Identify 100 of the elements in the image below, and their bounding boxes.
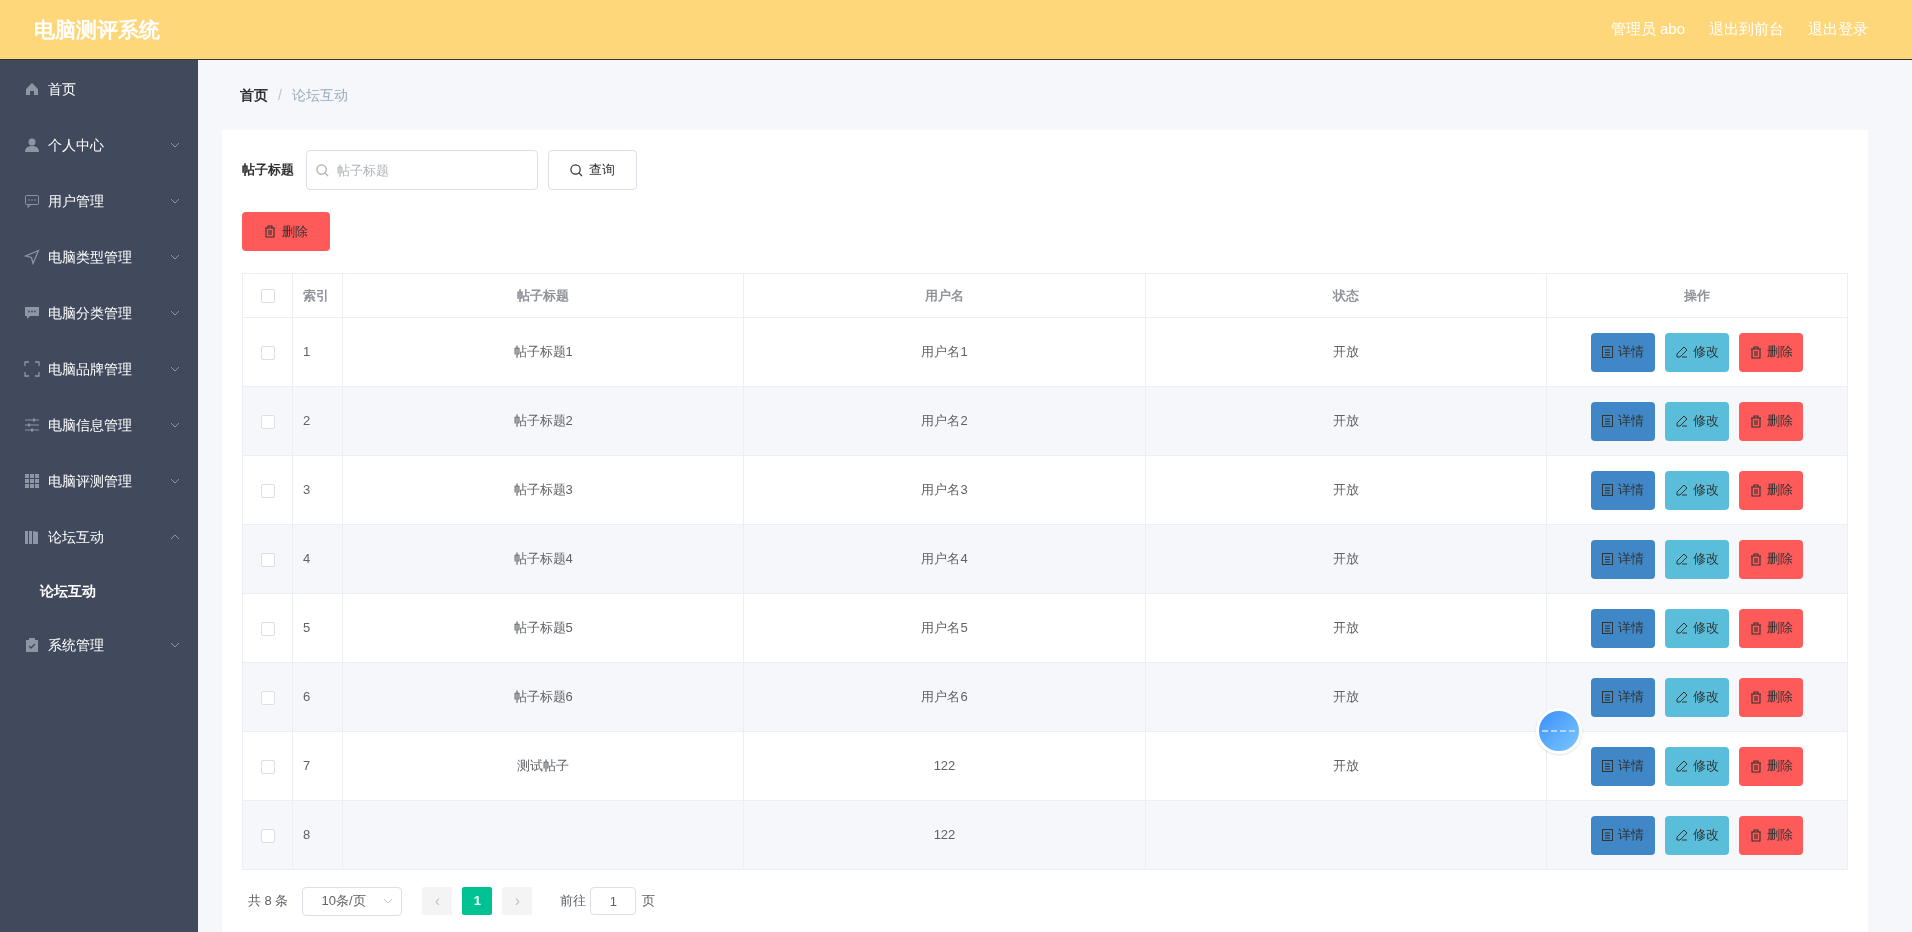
document-icon (1602, 691, 1613, 703)
detail-button[interactable]: 详情 (1591, 677, 1655, 717)
checkbox[interactable] (260, 345, 275, 360)
sidebar-item[interactable]: 首页 (0, 61, 198, 117)
edit-button[interactable]: 修改 (1665, 470, 1729, 510)
document-icon (1602, 484, 1613, 496)
trash-icon (1749, 483, 1762, 497)
detail-button[interactable]: 详情 (1591, 746, 1655, 786)
breadcrumb-separator: / (278, 85, 282, 105)
chat-icon (24, 193, 40, 209)
trash-icon (1749, 552, 1762, 566)
delete-button[interactable]: 删除 (1739, 332, 1803, 372)
table-cell: 6 (303, 689, 311, 705)
checkbox[interactable] (260, 759, 275, 774)
edit-button[interactable]: 修改 (1665, 401, 1729, 441)
checkbox[interactable] (260, 621, 275, 636)
checkbox[interactable] (260, 289, 275, 304)
detail-button[interactable]: 详情 (1591, 332, 1655, 372)
sidebar-item[interactable]: 电脑信息管理 (0, 397, 198, 453)
sidebar-item[interactable]: 论坛互动 (0, 509, 198, 565)
edit-button[interactable]: 修改 (1665, 746, 1729, 786)
pencil-icon (1675, 415, 1688, 427)
table-cell: 用户名6 (921, 689, 968, 705)
chevron-down-icon (383, 898, 394, 904)
detail-button[interactable]: 详情 (1591, 401, 1655, 441)
sidebar-item[interactable]: 电脑类型管理 (0, 229, 198, 285)
pencil-icon (1675, 484, 1688, 496)
delete-button[interactable]: 删除 (1739, 401, 1803, 441)
sidebar-item[interactable]: 电脑分类管理 (0, 285, 198, 341)
pencil-icon (1675, 691, 1688, 703)
delete-button[interactable]: 删除 (242, 212, 330, 251)
delete-button[interactable]: 删除 (1739, 539, 1803, 579)
sidebar-item[interactable]: 个人中心 (0, 117, 198, 173)
checkbox[interactable] (260, 414, 275, 429)
table-cell: 7 (303, 758, 311, 774)
delete-button[interactable]: 删除 (1739, 815, 1803, 855)
total-count: 共 8 条 (248, 892, 289, 911)
table-cell: 122 (933, 827, 956, 843)
pencil-icon (1675, 829, 1688, 841)
trash-icon (264, 225, 276, 238)
goto-label: 前往 (560, 892, 587, 911)
table-cell: 2 (303, 413, 311, 429)
delete-button[interactable]: 删除 (1739, 608, 1803, 648)
table-cell: 帖子标题5 (513, 620, 573, 636)
table-cell: 开放 (1332, 689, 1359, 705)
clipboard-icon (24, 637, 40, 653)
column-header: 用户名 (925, 287, 964, 303)
pencil-icon (1675, 346, 1688, 358)
sidebar-item[interactable]: 电脑品牌管理 (0, 341, 198, 397)
detail-button[interactable]: 详情 (1591, 470, 1655, 510)
document-icon (1602, 346, 1613, 358)
delete-button[interactable]: 删除 (1739, 746, 1803, 786)
edit-button[interactable]: 修改 (1665, 815, 1729, 855)
edit-button[interactable]: 修改 (1665, 332, 1729, 372)
edit-button[interactable]: 修改 (1665, 677, 1729, 717)
document-icon (1602, 622, 1613, 634)
sidebar-item[interactable]: 电脑评测管理 (0, 453, 198, 509)
detail-button[interactable]: 详情 (1591, 815, 1655, 855)
document-icon (1602, 760, 1613, 772)
table-cell: 帖子标题3 (513, 482, 573, 498)
table-cell: 4 (303, 551, 311, 567)
edit-button[interactable]: 修改 (1665, 608, 1729, 648)
search-button[interactable]: 查询 (548, 150, 637, 190)
table-cell: 帖子标题4 (513, 551, 573, 567)
table-cell: 用户名3 (921, 482, 968, 498)
search-label: 帖子标题 (242, 161, 295, 180)
delete-button[interactable]: 删除 (1739, 677, 1803, 717)
trash-icon (1749, 759, 1762, 773)
delete-button[interactable]: 删除 (1739, 470, 1803, 510)
edit-button[interactable]: 修改 (1665, 539, 1729, 579)
detail-button[interactable]: 详情 (1591, 608, 1655, 648)
document-icon (1602, 415, 1613, 427)
table-cell: 用户名4 (921, 551, 968, 567)
table-cell: 5 (303, 620, 311, 636)
column-header: 索引 (303, 287, 329, 303)
checkbox[interactable] (260, 483, 275, 498)
sidebar-subitem[interactable]: 论坛互动 (0, 565, 198, 617)
checkbox[interactable] (260, 828, 275, 843)
table-cell: 开放 (1332, 620, 1359, 636)
detail-button[interactable]: 详情 (1591, 539, 1655, 579)
checkbox[interactable] (260, 690, 275, 705)
checkbox[interactable] (260, 552, 275, 567)
search-icon (570, 163, 583, 177)
page-input[interactable]: 1 (590, 887, 637, 915)
table-cell: 用户名5 (921, 620, 968, 636)
books-icon (24, 529, 40, 545)
search-field[interactable]: 帖子标题 (306, 150, 538, 190)
sidebar-item[interactable]: 系统管理 (0, 617, 198, 673)
trash-icon (1749, 828, 1762, 842)
trash-icon (1749, 690, 1762, 704)
column-header: 操作 (1684, 287, 1710, 303)
page-size-select[interactable]: 10条/页 (302, 886, 403, 916)
table-cell: 用户名1 (921, 344, 968, 360)
sidebar-item[interactable]: 用户管理 (0, 173, 198, 229)
breadcrumb-link[interactable]: 首页 (240, 84, 268, 106)
search-icon (316, 164, 329, 177)
home-icon (24, 81, 40, 97)
table-cell: 1 (303, 344, 311, 360)
table-cell: 开放 (1332, 758, 1359, 774)
document-icon (1602, 829, 1613, 841)
